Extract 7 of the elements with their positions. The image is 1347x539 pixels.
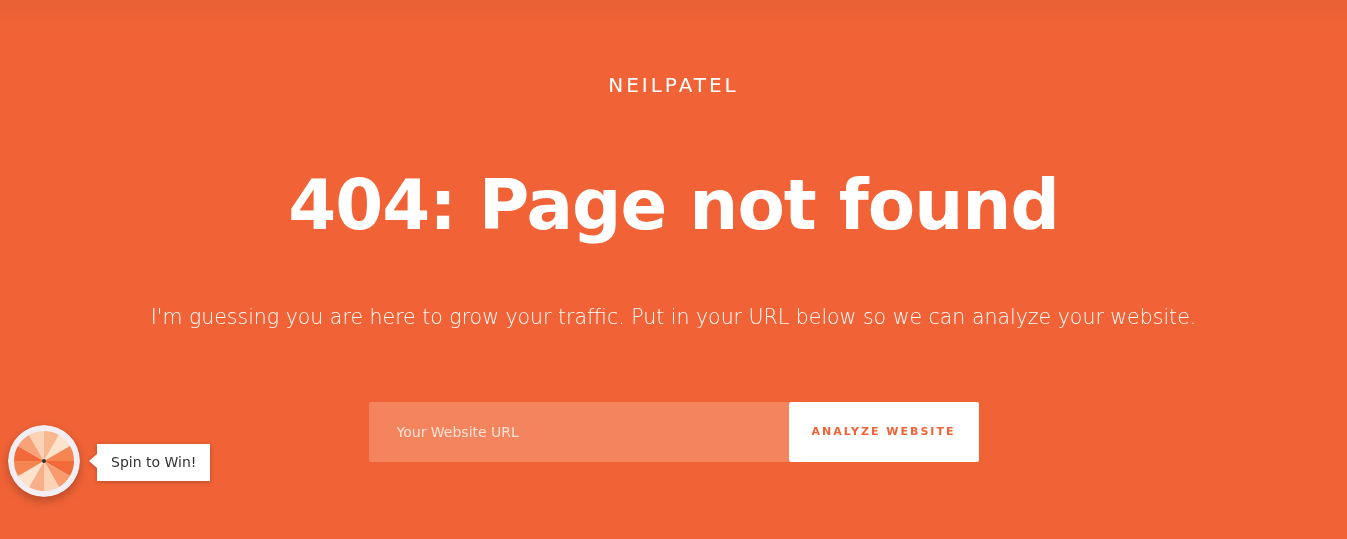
page-heading: 404: Page not found [288, 164, 1059, 247]
prize-wheel-icon[interactable] [8, 425, 80, 497]
spin-to-win-tooltip[interactable]: Spin to Win! [89, 444, 211, 481]
subtitle: I'm guessing you are here to grow your traffic. Put in your URL below so we can analyze your website. [150, 304, 1197, 331]
analyze-button[interactable]: ANALYZE WEBSITE [788, 402, 979, 462]
logo[interactable]: NEILPATEL [608, 70, 739, 100]
url-field[interactable]: Your Website URL [368, 402, 789, 462]
